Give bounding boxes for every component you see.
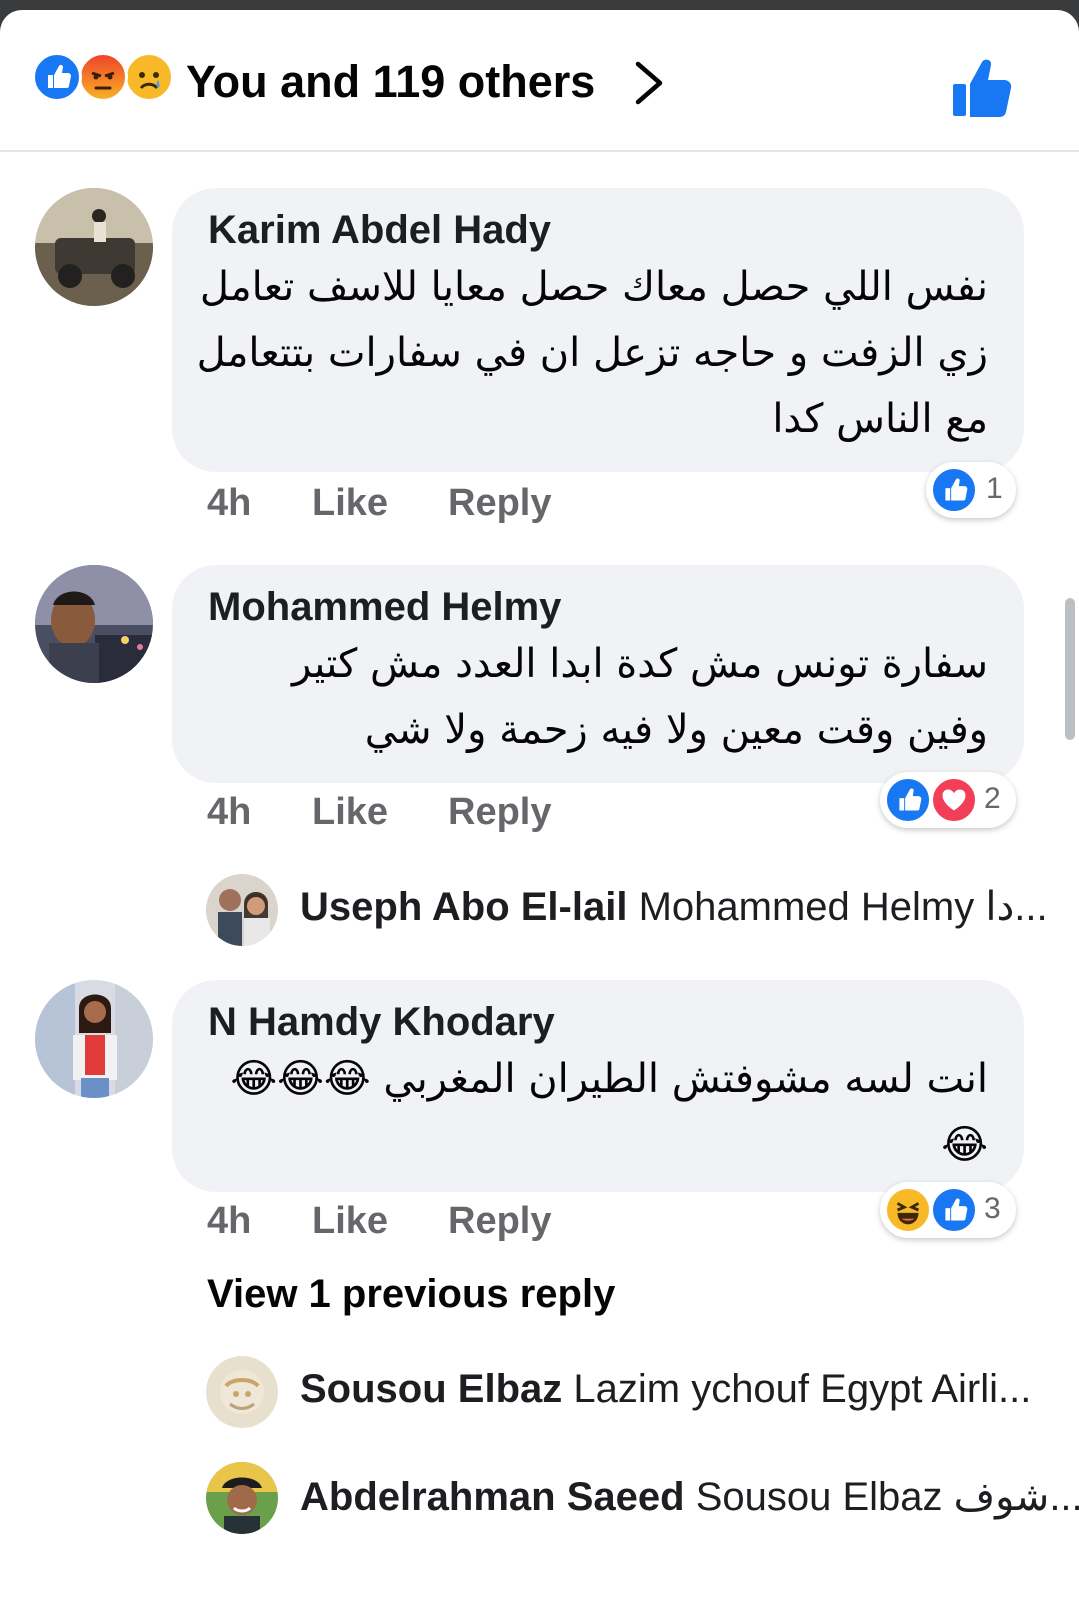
reaction-count: 3 <box>984 1192 1001 1225</box>
comment-bubble[interactable]: N Hamdy Khodary انت لسه مشوفتش الطيران ا… <box>172 980 1024 1192</box>
reaction-count: 2 <box>984 782 1001 815</box>
reply-author[interactable]: Useph Abo El-lail <box>300 885 627 929</box>
comment-author[interactable]: Karim Abdel Hady <box>208 208 551 253</box>
comment-text: انت لسه مشوفتش الطيران المغربي 😂😂😂 😂 <box>230 1056 988 1168</box>
avatar[interactable] <box>35 980 153 1098</box>
comment-time: 4h <box>207 1200 252 1242</box>
avatar[interactable] <box>206 1462 278 1534</box>
comment-bubble[interactable]: Karim Abdel Hady نفس اللي حصل معاك حصل م… <box>172 188 1024 472</box>
reply-preview[interactable]: Useph Abo El-lail Mohammed Helmy دا... <box>300 882 1048 932</box>
reply-text: Sousou Elbaz شوف... <box>695 1475 1079 1519</box>
sad-icon <box>124 52 174 102</box>
comment-time: 4h <box>207 482 252 524</box>
like-button[interactable]: Like <box>312 482 388 525</box>
avatar[interactable] <box>206 1356 278 1428</box>
comment-bubble[interactable]: Mohammed Helmy سفارة تونس مش كدة ابدا ال… <box>172 565 1024 783</box>
reply-author[interactable]: Sousou Elbaz <box>300 1367 562 1411</box>
reply-author[interactable]: Abdelrahman Saeed <box>300 1475 685 1519</box>
reply-text: Lazim ychouf Egypt Airli... <box>573 1367 1032 1411</box>
reply-preview[interactable]: Abdelrahman Saeed Sousou Elbaz شوف... <box>300 1472 1079 1522</box>
reply-button[interactable]: Reply <box>448 1200 551 1243</box>
scrollbar[interactable] <box>1065 598 1075 740</box>
like-button[interactable]: Like <box>312 791 388 834</box>
comment-reactions[interactable]: 1 <box>926 462 1016 518</box>
reaction-summary-text[interactable]: You and 119 others <box>186 54 595 110</box>
comment-time: 4h <box>207 791 252 833</box>
reply-preview[interactable]: Sousou Elbaz Lazim ychouf Egypt Airli... <box>300 1364 1031 1414</box>
reaction-count: 1 <box>986 472 1003 505</box>
comment-text: نفس اللي حصل معاك حصل معايا للاسف تعامل … <box>196 264 988 442</box>
reply-text: Mohammed Helmy دا... <box>638 885 1048 929</box>
view-previous-replies-link[interactable]: View 1 previous reply <box>207 1272 615 1317</box>
laughing-icon <box>884 1186 932 1234</box>
comment-reactions[interactable]: 3 <box>880 1182 1016 1238</box>
like-button[interactable]: Like <box>312 1200 388 1243</box>
thumbs-up-icon[interactable] <box>950 56 1016 122</box>
avatar[interactable] <box>206 874 278 946</box>
like-icon <box>930 1186 978 1234</box>
avatar[interactable] <box>35 188 153 306</box>
reply-button[interactable]: Reply <box>448 791 551 834</box>
reactions-header: You and 119 others <box>0 10 1079 152</box>
chevron-right-icon[interactable] <box>630 60 670 106</box>
comment-text: سفارة تونس مش كدة ابدا العدد مش كتير وفي… <box>292 641 988 753</box>
comment-reactions[interactable]: 2 <box>880 772 1016 828</box>
reply-button[interactable]: Reply <box>448 482 551 525</box>
avatar[interactable] <box>35 565 153 683</box>
comments-sheet: You and 119 others Karim Abdel Hady نفس … <box>0 10 1079 1597</box>
like-icon <box>32 52 82 102</box>
comment-author[interactable]: Mohammed Helmy <box>208 585 561 630</box>
like-icon <box>930 466 978 514</box>
comment-author[interactable]: N Hamdy Khodary <box>208 1000 555 1045</box>
angry-icon <box>78 52 128 102</box>
heart-icon <box>930 776 978 824</box>
like-icon <box>884 776 932 824</box>
